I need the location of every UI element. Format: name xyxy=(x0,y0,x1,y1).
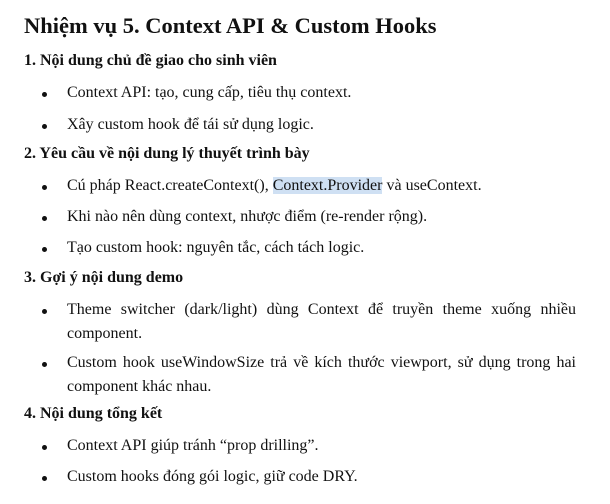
bullet-icon xyxy=(42,247,47,252)
list-item: Custom hook useWindowSize trả về kích th… xyxy=(42,351,576,399)
section-heading-demo: 3. Gợi ý nội dung demo xyxy=(24,269,184,286)
section-heading-summary: 4. Nội dung tổng kết xyxy=(24,405,163,422)
bullet-icon xyxy=(42,216,47,221)
list-item: Theme switcher (dark/light) dùng Context… xyxy=(42,298,576,346)
bullet-icon xyxy=(42,476,47,481)
list-item-text: Context API giúp tránh “prop drilling”. xyxy=(67,437,319,454)
list-item: Cú pháp React.createContext(), Context.P… xyxy=(42,174,576,198)
list-item: Khi nào nên dùng context, nhược điểm (re… xyxy=(42,205,576,229)
document-page: Nhiệm vụ 5. Context API & Custom Hooks 1… xyxy=(0,0,610,504)
bullet-icon xyxy=(42,92,47,97)
bullet-icon xyxy=(42,362,47,367)
list-item-text: Cú pháp React.createContext(), Context.P… xyxy=(67,174,576,198)
section-heading-content: 1. Nội dung chủ đề giao cho sinh viên xyxy=(24,52,277,69)
text-before-selection: Cú pháp React.createContext(), xyxy=(67,177,273,194)
bullet-icon xyxy=(42,309,47,314)
list-item: Tạo custom hook: nguyên tắc, cách tách l… xyxy=(42,236,576,260)
list-item: Custom hooks đóng gói logic, giữ code DR… xyxy=(42,465,576,489)
list-item-text: Xây custom hook để tái sử dụng logic. xyxy=(67,116,314,133)
list-item-text: Context API: tạo, cung cấp, tiêu thụ con… xyxy=(67,84,352,101)
selected-text[interactable]: Context.Provider xyxy=(272,177,383,194)
list-item-text: Custom hooks đóng gói logic, giữ code DR… xyxy=(67,468,358,485)
list-item: Context API giúp tránh “prop drilling”. xyxy=(42,434,576,458)
list-item-text: Theme switcher (dark/light) dùng Context… xyxy=(67,301,576,342)
list-item: Context API: tạo, cung cấp, tiêu thụ con… xyxy=(42,81,576,105)
list-item-text: Custom hook useWindowSize trả về kích th… xyxy=(67,354,576,395)
bullet-icon xyxy=(42,445,47,450)
text-after-selection: và useContext. xyxy=(382,177,482,194)
list-item-text: Khi nào nên dùng context, nhược điểm (re… xyxy=(67,208,428,225)
section-heading-theory: 2. Yêu cầu về nội dung lý thuyết trình b… xyxy=(24,145,310,162)
bullet-icon xyxy=(42,185,47,190)
list-item: Xây custom hook để tái sử dụng logic. xyxy=(42,113,576,137)
list-item-text: Tạo custom hook: nguyên tắc, cách tách l… xyxy=(67,239,365,256)
page-title: Nhiệm vụ 5. Context API & Custom Hooks xyxy=(24,13,437,38)
bullet-icon xyxy=(42,124,47,129)
